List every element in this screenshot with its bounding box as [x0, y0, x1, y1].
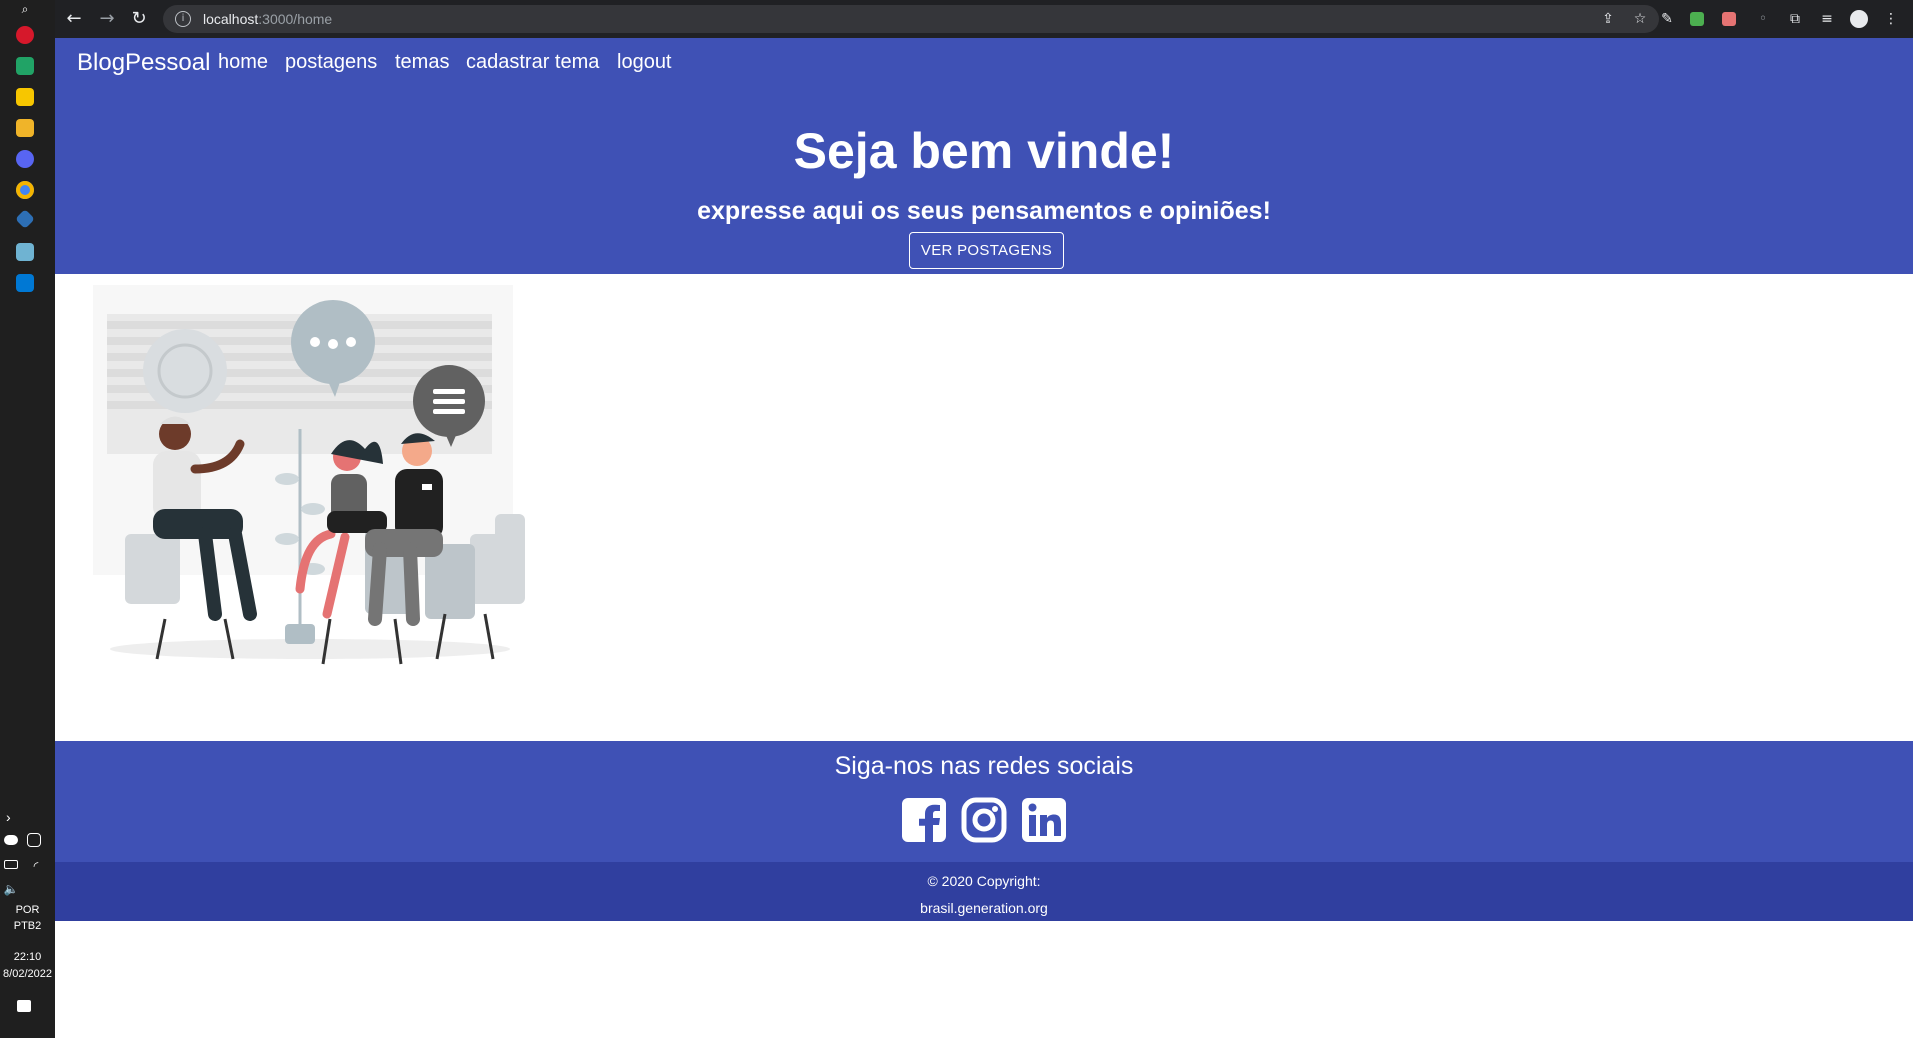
git-icon[interactable] — [15, 209, 35, 229]
linkedin-icon[interactable] — [1020, 796, 1068, 844]
onedrive-icon[interactable] — [4, 835, 18, 845]
notifications-icon[interactable] — [17, 1000, 31, 1012]
nav-link-home[interactable]: home — [218, 51, 268, 74]
show-hidden-icons-icon[interactable]: › — [0, 810, 55, 824]
copyright-text: © 2020 Copyright: — [927, 873, 1041, 889]
keyboard-layout-indicator[interactable]: PTB2 — [0, 919, 55, 933]
sticky-notes-icon[interactable] — [16, 88, 34, 106]
hero-title: Seja bem vinde! — [793, 123, 1175, 179]
back-icon[interactable]: ← — [63, 8, 85, 30]
address-bar[interactable]: i localhost:3000/home ⇪ ☆ — [163, 5, 1659, 33]
discord-icon[interactable] — [16, 150, 34, 168]
task-manager-icon[interactable] — [27, 833, 41, 847]
brand-logo[interactable]: BlogPessoal — [77, 49, 210, 77]
hero-subtitle: expresse aqui os seus pensamentos e opin… — [697, 197, 1271, 225]
forward-icon[interactable]: → — [96, 8, 118, 30]
reload-icon[interactable]: ↻ — [128, 8, 150, 30]
opera-icon[interactable] — [16, 26, 34, 44]
address-url[interactable]: localhost:3000/home — [203, 11, 332, 27]
whatsapp-icon[interactable] — [16, 57, 34, 75]
site-info-icon[interactable]: i — [175, 11, 191, 27]
nav-link-logout[interactable]: logout — [617, 51, 672, 74]
footer-copyright-section: © 2020 Copyright: brasil.generation.org — [55, 862, 1913, 921]
top-navbar: BlogPessoal home postagens temas cadastr… — [55, 38, 1913, 81]
vscode-icon[interactable] — [16, 274, 34, 292]
chrome-icon[interactable] — [16, 181, 34, 199]
notepad-icon[interactable] — [16, 243, 34, 261]
nav-link-temas[interactable]: temas — [395, 51, 449, 74]
volume-icon[interactable]: 🔈 — [2, 880, 20, 898]
footer-social-section: Siga-nos nas redes sociais — [55, 741, 1913, 862]
nav-link-cadastrar-tema[interactable]: cadastrar tema — [466, 51, 599, 74]
profile-avatar[interactable] — [1850, 10, 1868, 28]
windows-taskbar: ⌕ › ◜ 🔈 POR PTB2 22:10 8/02/2022 — [0, 0, 55, 1038]
hero-banner: Seja bem vinde! expresse aqui os seus pe… — [55, 81, 1913, 274]
facebook-icon[interactable] — [900, 796, 948, 844]
clock-date[interactable]: 8/02/2022 — [0, 967, 55, 981]
people-conversation-illustration — [93, 285, 525, 665]
share-icon[interactable]: ⇪ — [1599, 10, 1617, 28]
extension-green-icon[interactable] — [1690, 12, 1704, 26]
extensions-puzzle-icon[interactable]: ⧉ — [1786, 10, 1804, 28]
wifi-icon[interactable]: ◜ — [27, 857, 45, 875]
copyright-site-link[interactable]: brasil.generation.org — [55, 900, 1913, 916]
extension-pen-icon[interactable]: ✎ — [1658, 10, 1676, 28]
search-icon[interactable]: ⌕ — [16, 0, 34, 18]
nav-link-postagens[interactable]: postagens — [285, 51, 377, 74]
url-host: localhost — [203, 11, 259, 27]
extension-grey-icon[interactable]: ◦ — [1754, 10, 1772, 28]
url-path: :3000/home — [258, 11, 333, 27]
file-explorer-icon[interactable] — [16, 119, 34, 137]
ver-postagens-button[interactable]: VER POSTAGENS — [909, 232, 1064, 269]
bookmark-star-icon[interactable]: ☆ — [1631, 10, 1649, 28]
battery-icon[interactable] — [4, 860, 18, 869]
instagram-icon[interactable] — [960, 796, 1008, 844]
language-indicator[interactable]: POR — [0, 903, 55, 917]
page-viewport: BlogPessoal home postagens temas cadastr… — [55, 38, 1913, 1038]
extension-red-icon[interactable] — [1722, 12, 1736, 26]
clock-time[interactable]: 22:10 — [0, 950, 55, 964]
reading-list-icon[interactable]: ≡ — [1818, 10, 1836, 28]
browser-toolbar: ← → ↻ i localhost:3000/home ⇪ ☆ ✎ ◦ ⧉ ≡ … — [55, 0, 1913, 38]
browser-menu-icon[interactable]: ⋮ — [1882, 10, 1900, 28]
social-title: Siga-nos nas redes sociais — [834, 752, 1134, 780]
